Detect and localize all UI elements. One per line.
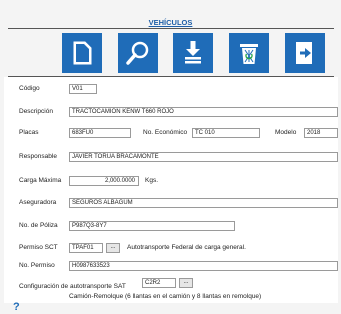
modelo-label: Modelo [275, 129, 297, 136]
config-sat-field[interactable]: C2R2 [142, 278, 176, 288]
no-poliza-label: No. de Póliza [19, 222, 58, 229]
no-poliza-field[interactable]: P987Q3-8Y7 [69, 221, 235, 231]
carga-maxima-field[interactable]: 2,000.0000 [69, 176, 139, 186]
modelo-field[interactable]: 2018 [304, 128, 338, 138]
descripcion-field[interactable]: TRACTOCAMIÓN KENW T660 ROJO [69, 107, 338, 117]
no-economico-label: No. Económico [143, 129, 188, 136]
page-title-container: VEHÍCULOS [0, 18, 341, 27]
aseguradora-label: Aseguradora [19, 199, 57, 206]
responsable-field[interactable]: JAVIER TORUA BRACAMONTE [69, 152, 338, 162]
codigo-field[interactable]: V01 [69, 84, 97, 94]
config-sat-description: Camión-Remolque (6 llantas en el camión … [69, 293, 262, 300]
responsable-label: Responsable [19, 153, 57, 160]
recycle-bin-icon [240, 44, 258, 64]
permiso-sct-label: Permiso SCT [19, 244, 58, 251]
permiso-sct-lookup-button[interactable]: ... [106, 243, 120, 253]
codigo-label: Código [19, 85, 40, 92]
permiso-sct-field[interactable]: TPAF01 [69, 243, 103, 253]
new-document-icon [73, 41, 92, 65]
permiso-sct-description: Autotransporte Federal de carga general. [127, 244, 246, 251]
no-economico-field[interactable]: TC 010 [192, 128, 260, 138]
search-button[interactable] [118, 33, 158, 73]
no-permiso-field[interactable]: H0987633523 [69, 261, 338, 271]
page-title: VEHÍCULOS [148, 18, 193, 27]
save-icon [185, 41, 201, 64]
search-icon [126, 41, 149, 65]
config-sat-label: Configuración de autotransporte SAT [19, 283, 126, 290]
help-button[interactable]: ? [13, 301, 20, 313]
no-permiso-label: No. Permiso [19, 262, 55, 269]
carga-maxima-label: Carga Máxima [19, 177, 62, 184]
save-button[interactable] [173, 33, 213, 73]
aseguradora-field[interactable]: SEGUROS ALBAGUM [69, 198, 338, 208]
delete-button[interactable] [229, 33, 269, 73]
descripcion-label: Descripción [19, 108, 53, 115]
carga-maxima-unit: Kgs. [145, 177, 159, 184]
placas-field[interactable]: 683FU0 [69, 128, 131, 138]
config-sat-lookup-button[interactable]: ... [179, 278, 193, 288]
exit-icon [296, 42, 312, 64]
placas-label: Placas [19, 129, 39, 136]
top-divider [8, 28, 334, 29]
exit-button[interactable] [285, 33, 325, 73]
new-button[interactable] [62, 33, 102, 73]
